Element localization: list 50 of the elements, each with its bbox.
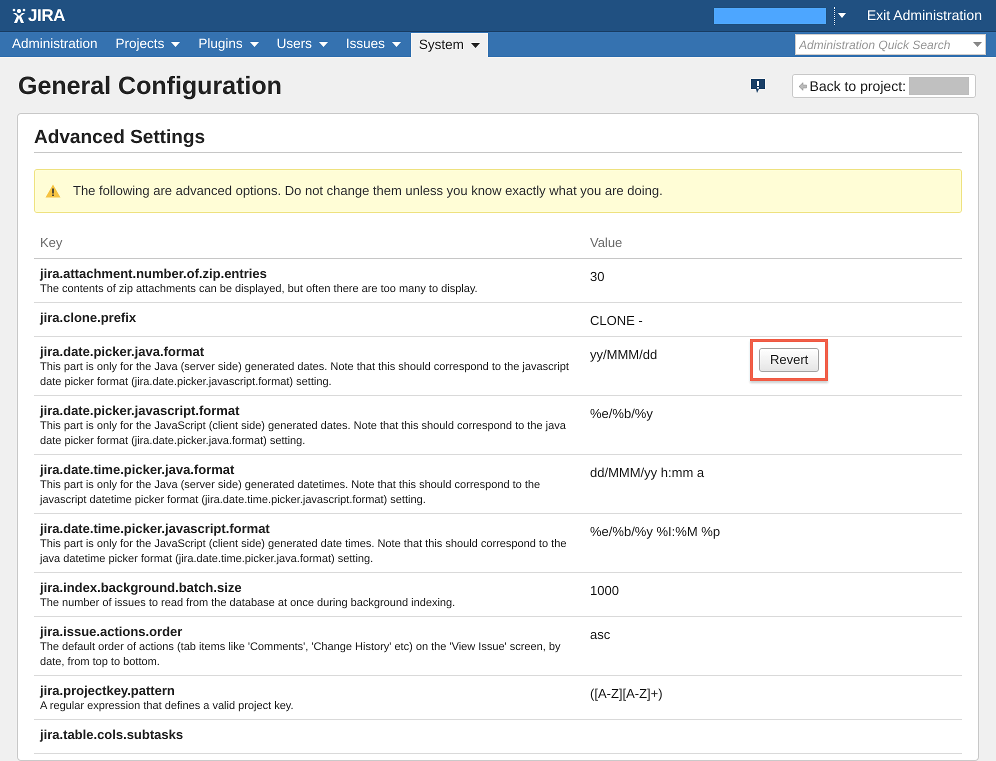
redacted-username[interactable] — [714, 8, 826, 24]
nav-tab[interactable]: Plugins — [190, 32, 267, 57]
section-title: Advanced Settings — [34, 126, 962, 153]
nav-tab[interactable]: Administration — [4, 32, 106, 57]
setting-key: jira.projectkey.pattern — [40, 683, 571, 699]
nav-tab[interactable]: Users — [268, 32, 336, 57]
setting-description: This part is only for the JavaScript (client side) generated dates. Note that this should correspond to the java date picker format (jira.date.picker.java.format) setting. — [40, 419, 567, 449]
setting-key: jira.clone.prefix — [40, 310, 571, 326]
setting-value[interactable]: asc — [590, 626, 730, 644]
back-to-project-button[interactable]: Back to project: — [792, 74, 976, 98]
caret-icon[interactable] — [973, 42, 982, 47]
page-title: General Configuration — [18, 71, 282, 102]
setting-description: This part is only for the Java (server side) generated datetimes. Note that this should correspond to the javascript datetime picker format (jira.date.time.picker.javascript.format) setting. — [40, 478, 542, 508]
exit-administration-link[interactable]: Exit Administration — [866, 5, 982, 26]
setting-value[interactable]: dd/MMM/yy h:mm a — [590, 464, 730, 482]
nav-tab[interactable]: System — [410, 33, 488, 57]
setting-value[interactable]: 1000 — [590, 582, 730, 600]
setting-value[interactable]: %e/%b/%y — [590, 405, 730, 423]
setting-key: jira.date.time.picker.javascript.format — [40, 521, 571, 537]
logo-text[interactable]: JIRA — [28, 2, 66, 28]
logo-icon — [12, 8, 26, 24]
redacted-project-name — [909, 77, 969, 95]
setting-value[interactable]: ([A-Z][A-Z]+) — [590, 685, 730, 703]
setting-description: The contents of zip attachments can be displayed, but often there are too many to display. — [40, 282, 479, 297]
setting-value[interactable]: %e/%b/%y %I:%M %p — [590, 523, 730, 541]
setting-value[interactable]: 30 — [590, 268, 730, 286]
setting-key: jira.date.time.picker.java.format — [40, 462, 571, 478]
feedback-icon[interactable] — [750, 78, 766, 94]
warning-icon — [45, 184, 61, 198]
column-header: Value — [589, 234, 622, 252]
nav-tab[interactable]: Issues — [338, 32, 409, 57]
setting-key: jira.date.picker.java.format — [40, 344, 571, 360]
warning-text: The following are advanced options. Do not change them unless you know exactly what you are doing. — [73, 182, 663, 200]
revert-button[interactable]: Revert — [759, 348, 820, 372]
setting-description: This part is only for the JavaScript (client side) generated date times. Note that this should correspond to the java datetime picker format (jira.date.time.picker.java.format) setting. — [40, 537, 568, 567]
setting-key: jira.issue.actions.order — [40, 624, 571, 640]
setting-key: jira.table.cols.subtasks — [40, 727, 571, 743]
setting-description: This part is only for the Java (server side) generated dates. Note that this should correspond to the javascript date picker format (jira.date.picker.javascript.format) setting. — [40, 360, 570, 390]
setting-key: jira.attachment.number.of.zip.entries — [40, 266, 571, 282]
setting-value[interactable]: yy/MMM/dd — [590, 346, 730, 364]
arrow-left-icon — [798, 82, 806, 90]
setting-description: A regular expression that defines a valid project key. — [40, 699, 295, 714]
setting-description: The number of issues to read from the database at once during background indexing. — [40, 596, 456, 611]
setting-value[interactable]: CLONE - — [590, 312, 730, 330]
nav-tab[interactable]: Projects — [108, 32, 188, 57]
setting-key: jira.date.picker.javascript.format — [40, 403, 571, 419]
setting-key: jira.index.background.batch.size — [40, 580, 571, 596]
caret-icon[interactable] — [836, 12, 847, 18]
setting-description: The default order of actions (tab items like 'Comments', 'Change History' etc) on the 'View Issue' screen, by date, from top to bottom. — [40, 640, 562, 670]
column-header: Key — [39, 234, 64, 252]
